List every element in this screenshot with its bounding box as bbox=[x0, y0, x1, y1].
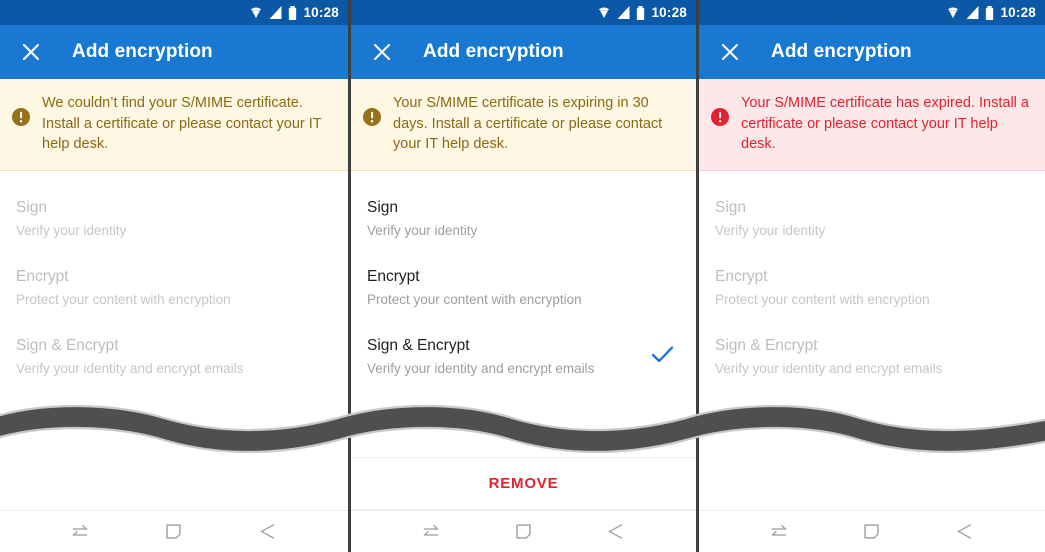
home-square-icon bbox=[516, 524, 531, 539]
option-row: Sign Verify your identity bbox=[0, 185, 348, 254]
warning-exclamation-icon bbox=[363, 108, 381, 131]
panel-expiring-certificate: 10:28 Add encryption Your S/MIME certifica… bbox=[351, 0, 696, 552]
remove-button[interactable]: REMOVE bbox=[351, 457, 696, 510]
option-subtitle: Verify your identity and encrypt emails bbox=[367, 360, 595, 376]
option-title: Sign & Encrypt bbox=[715, 336, 818, 354]
status-bar-clock: 10:28 bbox=[1000, 4, 1036, 20]
close-button[interactable] bbox=[365, 35, 399, 69]
option-title: Encrypt bbox=[715, 267, 768, 285]
home-button[interactable] bbox=[500, 515, 546, 549]
option-title: Sign & Encrypt bbox=[367, 336, 470, 354]
status-bar-clock: 10:28 bbox=[651, 4, 687, 20]
battery-icon bbox=[637, 5, 645, 20]
option-title: Encrypt bbox=[367, 267, 420, 285]
close-icon bbox=[22, 43, 40, 61]
wifi-icon bbox=[599, 7, 610, 18]
close-button[interactable] bbox=[713, 35, 747, 69]
error-exclamation-icon bbox=[711, 108, 729, 126]
android-navigation-bar bbox=[351, 510, 696, 552]
option-title: Sign & Encrypt bbox=[16, 336, 119, 354]
recent-apps-icon bbox=[423, 524, 439, 536]
recents-button[interactable] bbox=[756, 515, 802, 549]
banner-message: We couldn’t find your S/MIME certificate… bbox=[42, 95, 322, 152]
battery-icon bbox=[986, 5, 994, 20]
selected-check-icon bbox=[651, 346, 674, 368]
encryption-options-list: Sign Verify your identity Encrypt Protect y… bbox=[351, 171, 696, 392]
option-subtitle: Protect your content with encryption bbox=[367, 291, 582, 307]
banner-message: Your S/MIME certificate is expiring in 3… bbox=[393, 95, 663, 152]
option-title: Sign bbox=[16, 198, 48, 216]
recents-button[interactable] bbox=[58, 515, 104, 549]
banner-message: Your S/MIME certificate has expired. Ins… bbox=[741, 95, 1029, 152]
panel-expired-certificate: 10:28 Add encryption Your S/MIME certifica… bbox=[699, 0, 1045, 552]
remove-button-label: REMOVE bbox=[488, 475, 559, 492]
certificate-status-banner: Your S/MIME certificate has expired. Ins… bbox=[699, 79, 1045, 171]
warning-exclamation-icon bbox=[12, 108, 30, 131]
close-icon bbox=[373, 43, 391, 61]
option-subtitle: Verify your identity bbox=[16, 222, 127, 238]
status-bar: 10:28 bbox=[351, 0, 696, 25]
option-title: Sign bbox=[715, 198, 747, 216]
page-title: Add encryption bbox=[72, 41, 213, 62]
home-square-icon bbox=[166, 524, 182, 539]
option-title: Sign bbox=[367, 198, 399, 216]
cellular-signal-icon bbox=[270, 6, 282, 19]
status-bar: 10:28 bbox=[0, 0, 348, 25]
option-row: Encrypt Protect your content with encrypt… bbox=[0, 254, 348, 323]
option-row[interactable]: Sign & Encrypt Verify your identity and e… bbox=[351, 323, 696, 392]
option-subtitle: Verify your identity bbox=[367, 222, 478, 238]
panel-missing-certificate: 10:28 Add encryption We couldn’t find your… bbox=[0, 0, 348, 552]
certificate-status-banner: Your S/MIME certificate is expiring in 3… bbox=[351, 79, 696, 171]
encryption-options-list: Sign Verify your identity Encrypt Protect y… bbox=[0, 171, 348, 392]
back-arrow-icon bbox=[957, 524, 972, 539]
recent-apps-icon bbox=[72, 524, 88, 536]
back-arrow-icon bbox=[608, 524, 623, 539]
option-subtitle: Verify your identity and encrypt emails bbox=[715, 360, 943, 376]
close-button[interactable] bbox=[14, 35, 48, 69]
wifi-icon bbox=[948, 7, 959, 18]
option-row: Sign & Encrypt Verify your identity and e… bbox=[0, 323, 348, 392]
error-exclamation-icon bbox=[711, 108, 729, 131]
recents-button[interactable] bbox=[408, 515, 454, 549]
page-title: Add encryption bbox=[423, 41, 564, 62]
home-button[interactable] bbox=[849, 515, 895, 549]
back-button[interactable] bbox=[593, 515, 639, 549]
encryption-options-list: Sign Verify your identity Encrypt Protect y… bbox=[699, 171, 1045, 392]
recent-apps-icon bbox=[771, 524, 787, 536]
cellular-signal-icon bbox=[618, 6, 630, 19]
close-icon bbox=[721, 43, 739, 61]
certificate-status-banner: We couldn’t find your S/MIME certificate… bbox=[0, 79, 348, 171]
screenshot-root: 10:28 Add encryption We couldn’t find your… bbox=[0, 0, 1045, 552]
android-navigation-bar bbox=[0, 510, 348, 552]
wifi-icon bbox=[251, 7, 262, 18]
warning-exclamation-icon bbox=[363, 108, 381, 126]
home-square-icon bbox=[864, 524, 880, 539]
option-row: Encrypt Protect your content with encrypt… bbox=[699, 254, 1045, 323]
status-bar: 10:28 bbox=[699, 0, 1045, 25]
home-button[interactable] bbox=[151, 515, 197, 549]
option-subtitle: Protect your content with encryption bbox=[16, 291, 231, 307]
option-subtitle: Verify your identity and encrypt emails bbox=[16, 360, 244, 376]
cellular-signal-icon bbox=[967, 6, 979, 19]
option-subtitle: Verify your identity bbox=[715, 222, 826, 238]
checkmark-icon bbox=[651, 346, 674, 363]
option-row: Sign Verify your identity bbox=[699, 185, 1045, 254]
option-row[interactable]: Sign Verify your identity bbox=[351, 185, 696, 254]
app-bar: Add encryption bbox=[699, 25, 1045, 79]
battery-icon bbox=[289, 5, 297, 20]
app-bar: Add encryption bbox=[351, 25, 696, 79]
option-title: Encrypt bbox=[16, 267, 69, 285]
back-button[interactable] bbox=[942, 515, 988, 549]
option-subtitle: Protect your content with encryption bbox=[715, 291, 930, 307]
page-title: Add encryption bbox=[771, 41, 912, 62]
option-row[interactable]: Encrypt Protect your content with encrypt… bbox=[351, 254, 696, 323]
warning-exclamation-icon bbox=[12, 108, 30, 126]
android-navigation-bar bbox=[699, 510, 1045, 552]
back-arrow-icon bbox=[260, 524, 275, 539]
app-bar: Add encryption bbox=[0, 25, 348, 79]
option-row: Sign & Encrypt Verify your identity and e… bbox=[699, 323, 1045, 392]
back-button[interactable] bbox=[244, 515, 290, 549]
status-bar-clock: 10:28 bbox=[303, 4, 339, 20]
